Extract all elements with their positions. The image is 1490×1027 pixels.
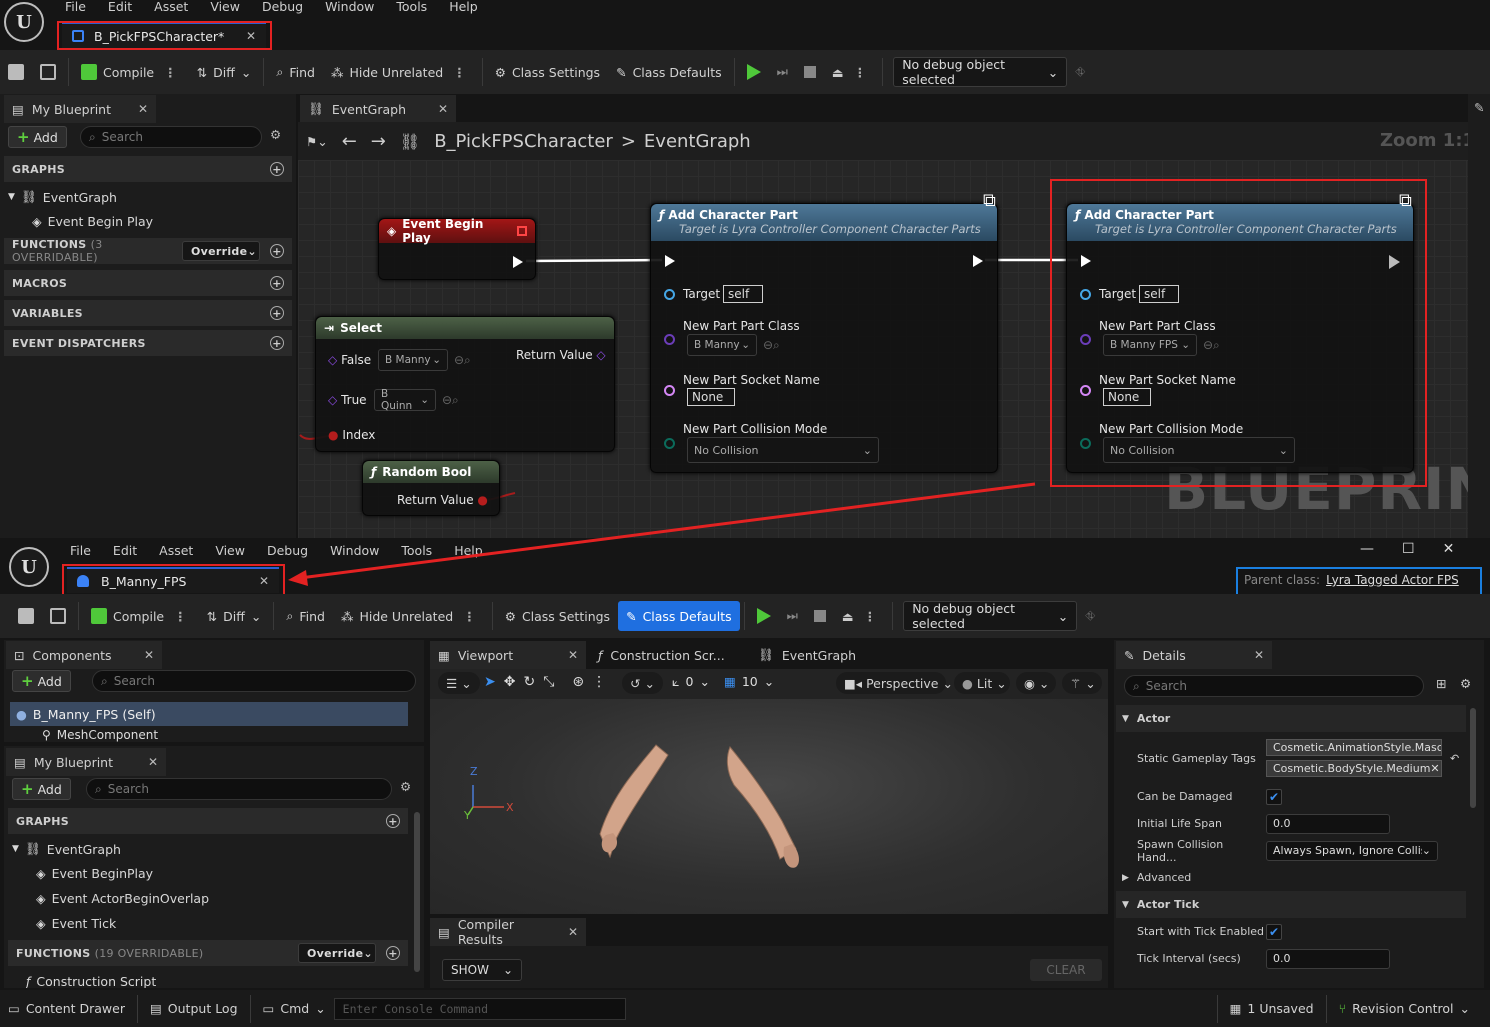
output-log-label: Output Log: [167, 1001, 238, 1016]
status-divider: [1216, 994, 1218, 1023]
unsaved-button[interactable]: ▦ 1 Unsaved: [1222, 994, 1322, 1024]
content-drawer-label: Content Drawer: [25, 1001, 125, 1016]
revision-control-button[interactable]: ⑂ Revision Control ⌄: [1331, 994, 1490, 1024]
revision-control-icon: ⑂: [1338, 1001, 1347, 1016]
terminal-icon: ▭: [262, 1001, 275, 1016]
status-divider: [249, 994, 251, 1023]
annotation-arrow: [288, 482, 1036, 586]
status-bar: ▭ Content Drawer ▤ Output Log ▭ Cmd ⌄ Enter …: [0, 990, 1490, 1027]
chevron-down-icon: ⌄: [1459, 1001, 1470, 1016]
console-placeholder: Enter Console Command: [342, 1001, 489, 1016]
unsaved-label: 1 Unsaved: [1247, 1001, 1314, 1016]
cmd-button[interactable]: ▭ Cmd ⌄: [255, 994, 334, 1024]
output-log-button[interactable]: ▤ Output Log: [142, 994, 246, 1024]
cmd-label: Cmd: [280, 1001, 310, 1016]
revision-control-label: Revision Control: [1352, 1001, 1454, 1016]
unsaved-icon: ▦: [1229, 1001, 1242, 1016]
status-divider: [1325, 994, 1327, 1023]
output-log-icon: ▤: [149, 1001, 162, 1016]
chevron-down-icon: ⌄: [315, 1001, 326, 1016]
content-drawer-icon: ▭: [8, 1001, 20, 1016]
status-divider: [136, 994, 138, 1023]
console-input[interactable]: Enter Console Command: [333, 997, 626, 1020]
content-drawer-button[interactable]: ▭ Content Drawer: [0, 994, 133, 1024]
